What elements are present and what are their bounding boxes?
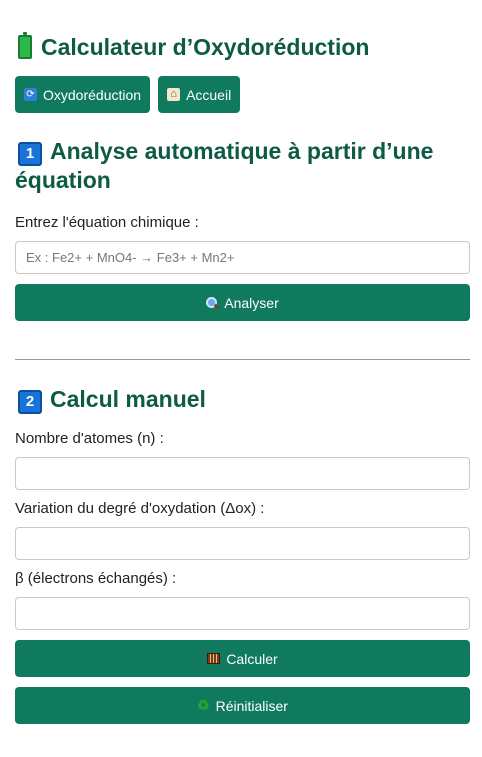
recycle-icon: ♻ <box>197 697 210 713</box>
nav-bar: ⟳ Oxydoréduction ⌂ Accueil <box>15 76 470 113</box>
section-divider <box>15 359 470 360</box>
delta-ox-input[interactable] <box>15 527 470 560</box>
section-manual-title: 2 Calcul manuel <box>15 385 470 414</box>
equation-input[interactable] <box>15 241 470 274</box>
section-manual-title-text: Calcul manuel <box>50 386 206 412</box>
analyze-button[interactable]: Analyser <box>15 284 470 321</box>
battery-icon <box>18 32 32 59</box>
number-two-icon: 2 <box>18 390 42 414</box>
page-title-text: Calculateur d’Oxydoréduction <box>41 33 370 60</box>
nav-home-label: Accueil <box>186 86 232 103</box>
delta-ox-label: Variation du degré d'oxydation (Δox) : <box>15 500 265 517</box>
beta-label: β (électrons échangés) : <box>15 570 177 587</box>
atoms-label: Nombre d'atomes (n) : <box>15 430 164 447</box>
calculate-button-label: Calculer <box>226 650 278 667</box>
refresh-icon: ⟳ <box>24 88 37 101</box>
section-manual-calc: 2 Calcul manuel Nombre d'atomes (n) : Var… <box>15 385 470 724</box>
reset-button[interactable]: ♻ Réinitialiser <box>15 687 470 724</box>
magnifier-icon <box>206 296 218 309</box>
atoms-input[interactable] <box>15 457 470 490</box>
number-one-icon: 1 <box>18 142 42 166</box>
calculate-button[interactable]: Calculer <box>15 640 470 677</box>
section-auto-analysis: 1 Analyse automatique à partir d’une équa… <box>15 137 470 321</box>
house-icon: ⌂ <box>167 88 181 101</box>
analyze-button-label: Analyser <box>224 294 279 311</box>
nav-home-button[interactable]: ⌂ Accueil <box>158 76 241 113</box>
nav-oxydoreduction-label: Oxydoréduction <box>43 86 142 103</box>
abacus-icon <box>207 653 221 664</box>
section-auto-title-text: Analyse automatique à partir d’une équat… <box>15 138 434 193</box>
nav-oxydoreduction-button[interactable]: ⟳ Oxydoréduction <box>15 76 151 113</box>
page-title: Calculateur d’Oxydoréduction <box>15 0 470 62</box>
equation-label: Entrez l'équation chimique : <box>15 214 199 231</box>
page: Calculateur d’Oxydoréduction ⟳ Oxydorédu… <box>0 0 482 724</box>
section-auto-title: 1 Analyse automatique à partir d’une équa… <box>15 137 470 194</box>
beta-input[interactable] <box>15 597 470 630</box>
reset-button-label: Réinitialiser <box>215 697 288 714</box>
